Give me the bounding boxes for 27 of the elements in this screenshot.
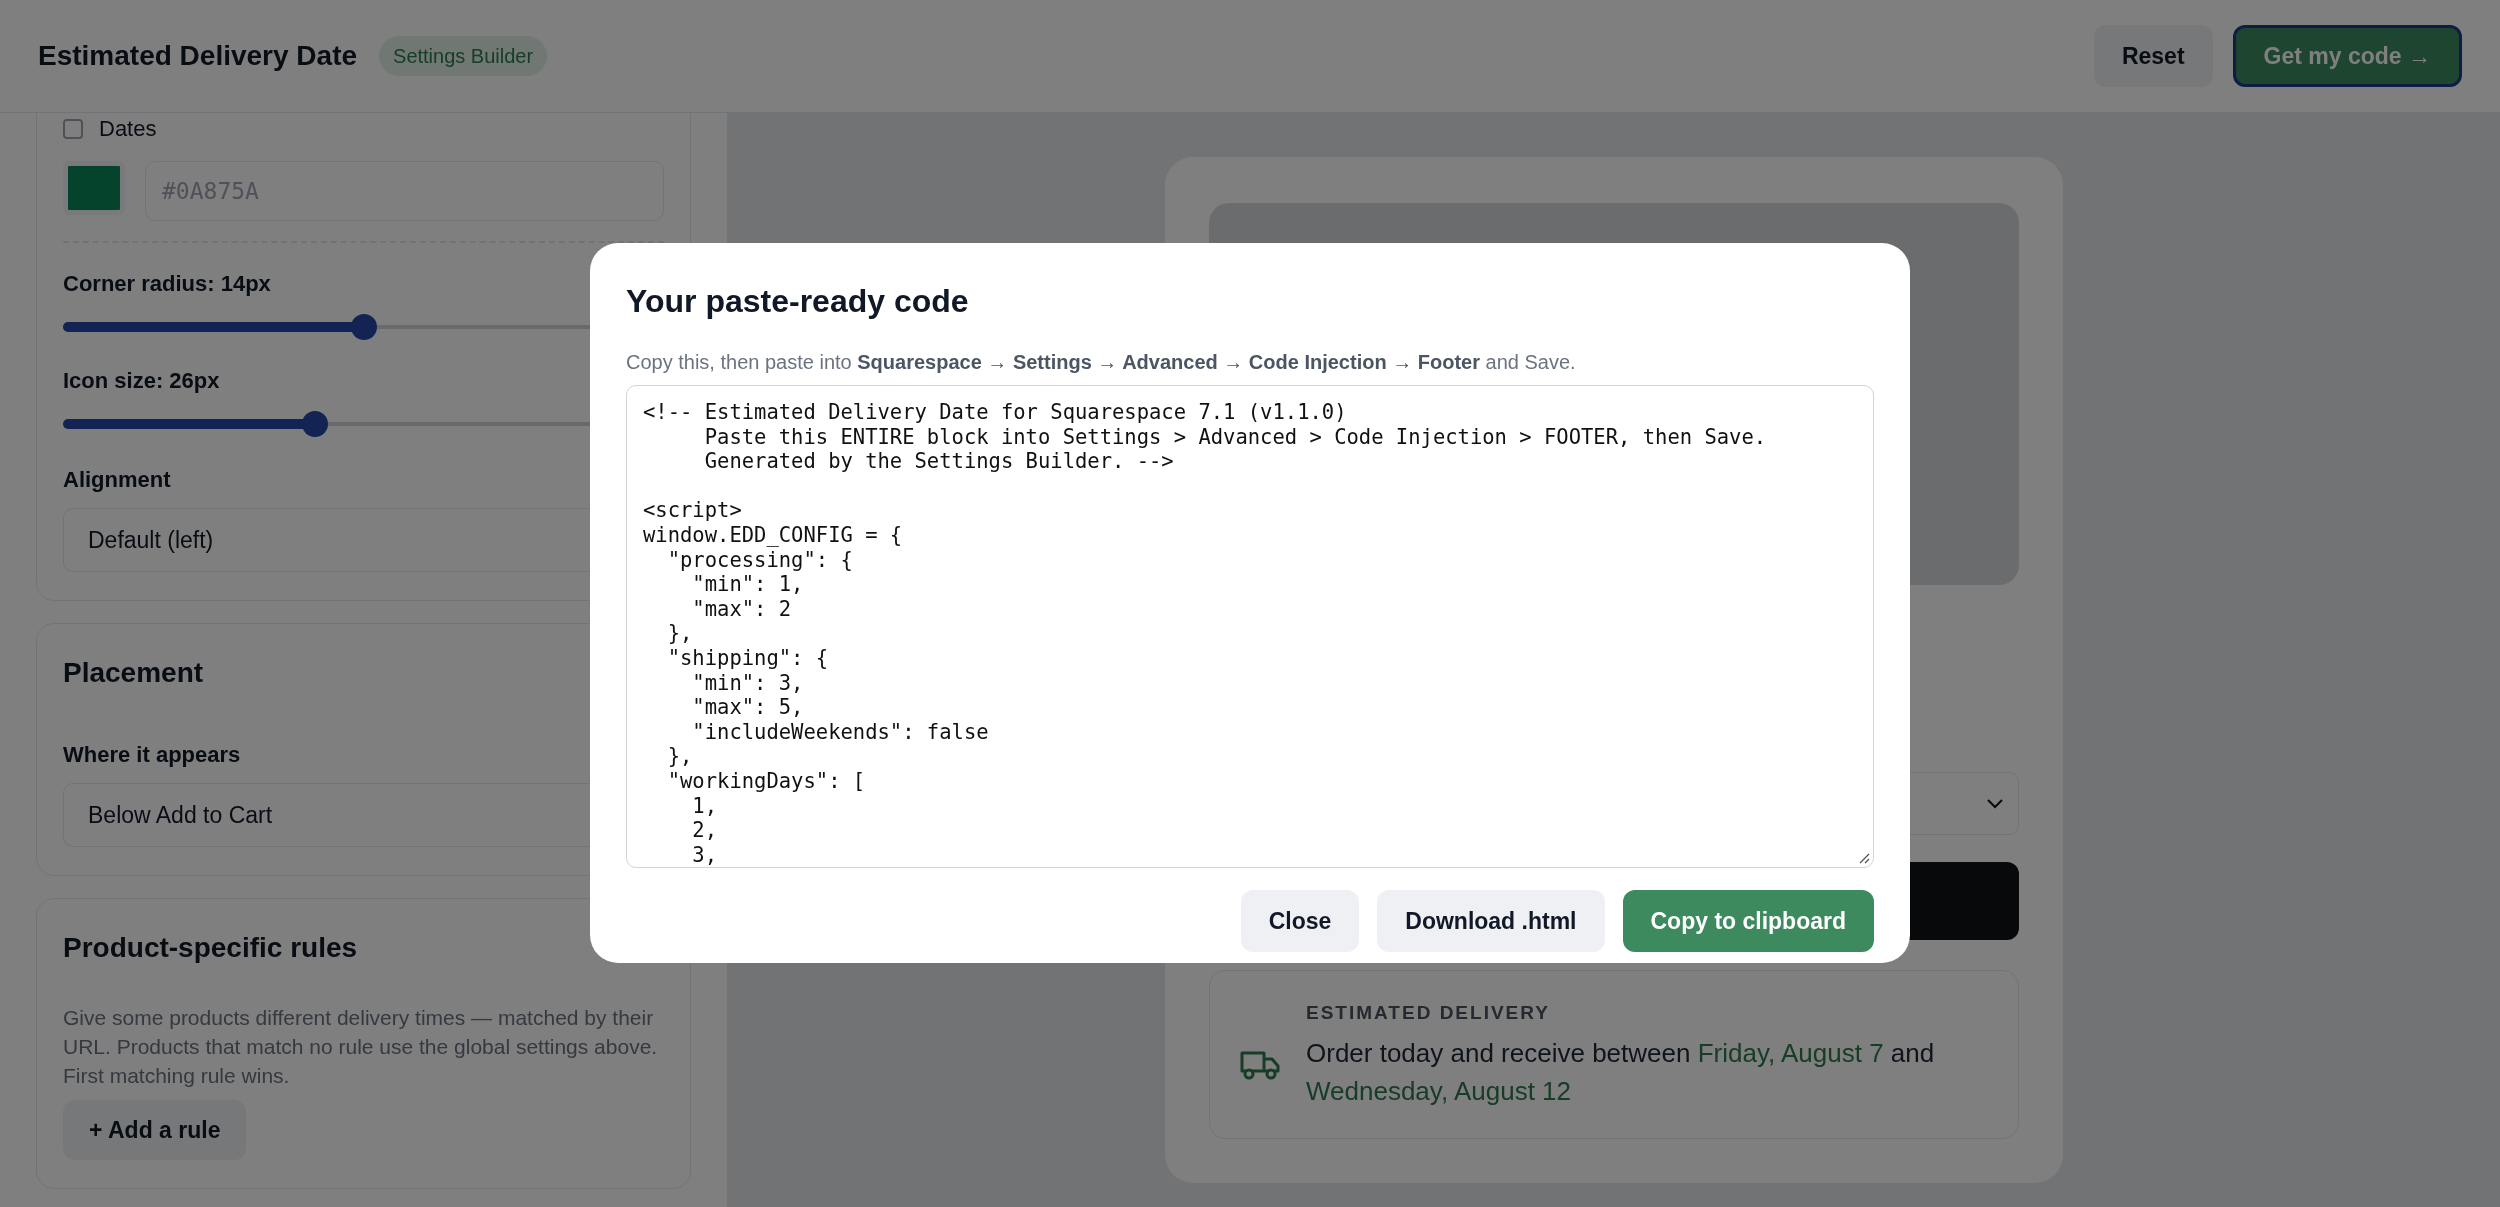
close-button[interactable]: Close [1240,890,1360,952]
settings-builder-badge: Settings Builder [379,36,548,76]
slider-thumb[interactable] [350,314,377,340]
alignment-label: Alignment [63,466,172,494]
add-rule-button[interactable]: + Add a rule [63,1100,247,1160]
download-button[interactable]: Download .html [1377,890,1605,952]
rules-description: Give some products different delivery times — matched by their URL. Products that match no rule use the global settings above. First matching rule wins. [63,1005,659,1089]
reset-button[interactable]: Reset [2093,25,2213,87]
rules-heading: Product-specific rules [63,931,359,965]
code-text: <!-- Estimated Delivery Date for Squarespace 7.1 (v1.1.0) Paste this ENTIRE block into Settings > Advanced > Code Injection > FOOTER, then Save. Generated by the Settings Builder. --> <script> window.EDD_CONFIG = { "processing": { "min": 1, "max": 2 }, "shipping": { "min": 3, "max": 5, "includeWeekends": false }, "workingDays": [ 1, 2, 3, [643,400,1768,867]
get-code-button[interactable]: Get my code → [2232,25,2462,87]
dialog-title: Your paste-ready code [626,282,970,321]
slider-label: Corner radius: 14px [63,270,272,298]
dates-label: Dates [99,115,157,143]
delivery-label: ESTIMATED DELIVERY [1306,1001,1551,1025]
slider-thumb[interactable] [302,411,329,437]
dates-checkbox[interactable] [63,118,83,139]
app-title: Estimated Delivery Date [38,39,358,73]
placement-label: Where it appears [63,741,242,769]
dialog-instructions: Copy this, then paste into Squarespace → Settings → Advanced → Code Injection → Footer and Save. [626,350,1577,375]
copy-button[interactable]: Copy to clipboard [1622,890,1874,952]
delivery-message: Order today and receive between Friday, August 7 and Wednesday, August 12 [1306,1036,1936,1108]
resize-handle-icon[interactable] [1858,852,1870,864]
placement-heading: Placement [63,656,205,690]
truck-icon [1240,1049,1280,1081]
color-swatch[interactable] [63,161,125,215]
chevron-down-icon [1986,797,2004,810]
